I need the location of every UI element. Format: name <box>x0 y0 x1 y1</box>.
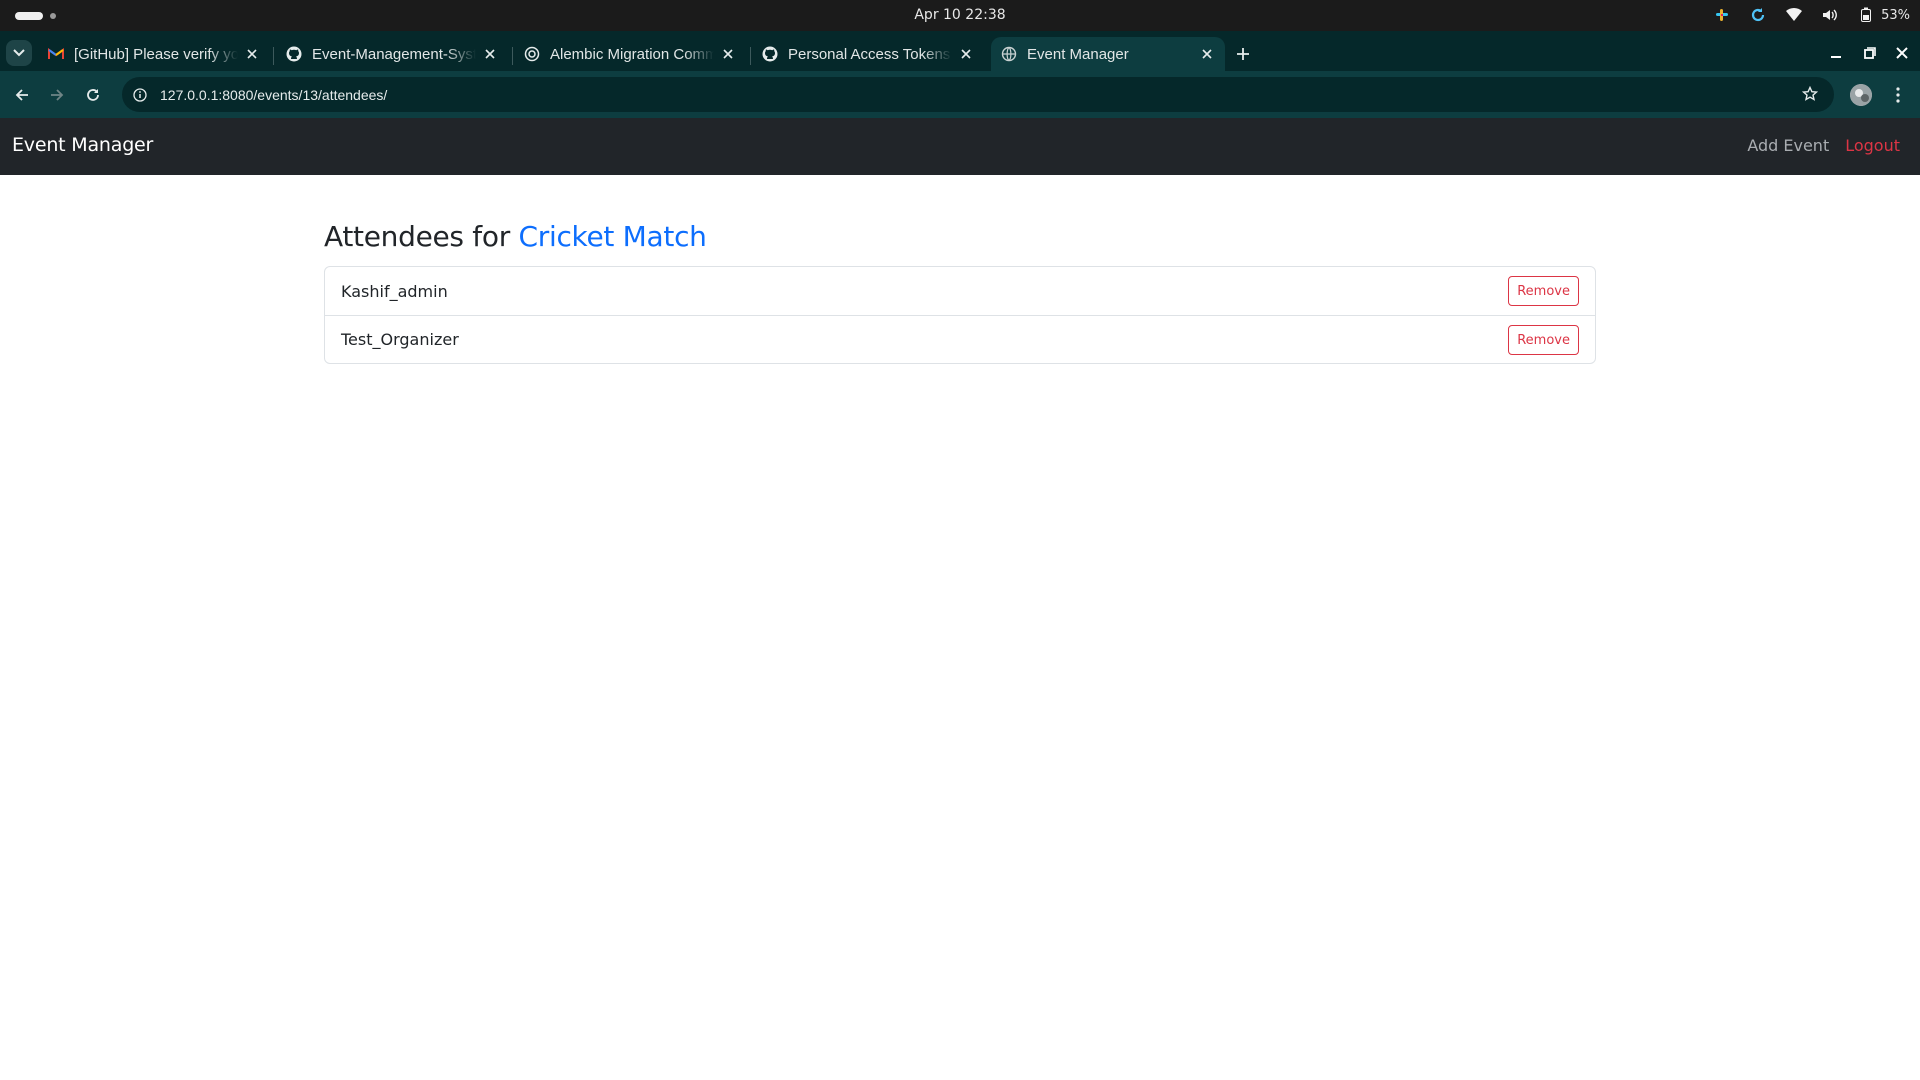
address-bar[interactable]: 127.0.0.1:8080/events/13/attendees/ <box>122 77 1834 112</box>
reload-button[interactable] <box>81 83 105 107</box>
wifi-icon[interactable] <box>1785 6 1803 24</box>
minimize-icon <box>1831 56 1841 58</box>
tab-alembic[interactable]: Alembic Migration Commands <box>514 37 746 71</box>
tab-separator <box>273 47 274 65</box>
logout-link[interactable]: Logout <box>1845 136 1900 155</box>
arrow-left-icon <box>15 89 28 101</box>
page-title: Attendees for Cricket Match <box>324 220 1596 253</box>
tab-separator <box>750 47 751 65</box>
system-clock[interactable]: Apr 10 22:38 <box>0 7 1920 23</box>
navbar-links: Add Event Logout <box>1747 136 1900 155</box>
attendee-list: Kashif_admin Remove Test_Organizer Remov… <box>324 266 1596 364</box>
attendee-name: Test_Organizer <box>341 330 459 349</box>
close-icon[interactable] <box>958 46 974 62</box>
plus-icon <box>1237 48 1249 60</box>
tab-search-button[interactable] <box>6 40 32 66</box>
tab-title: Alembic Migration Commands <box>550 45 714 63</box>
event-name-link[interactable]: Cricket Match <box>519 220 707 253</box>
slack-icon[interactable] <box>1713 6 1731 24</box>
close-icon[interactable] <box>1199 46 1215 62</box>
restore-button[interactable] <box>1860 43 1880 63</box>
tab-title: Event-Management-System <box>312 45 476 63</box>
list-item: Kashif_admin Remove <box>325 267 1595 315</box>
close-icon[interactable] <box>482 46 498 62</box>
tab-title: Event Manager <box>1027 45 1129 63</box>
close-window-button[interactable] <box>1892 43 1912 63</box>
tab-github-repo[interactable]: Event-Management-System <box>276 37 508 71</box>
tab-github-tokens[interactable]: Personal Access Tokens (Classic) <box>752 37 984 71</box>
profile-avatar[interactable] <box>1850 84 1872 106</box>
minimize-button[interactable] <box>1826 43 1846 63</box>
arrow-right-icon <box>51 89 64 101</box>
close-icon <box>1896 47 1908 59</box>
battery-icon[interactable] <box>1857 6 1875 24</box>
add-event-link[interactable]: Add Event <box>1747 136 1829 155</box>
more-vertical-icon <box>1896 87 1900 103</box>
bookmark-star-icon[interactable] <box>1800 84 1820 104</box>
reload-icon <box>87 89 99 101</box>
battery-percent: 53% <box>1881 7 1910 23</box>
system-tray[interactable]: 53% <box>1713 5 1910 25</box>
main-content: Attendees for Cricket Match Kashif_admin… <box>324 220 1596 364</box>
tab-gmail[interactable]: [GitHub] Please verify your device <box>38 37 270 71</box>
list-item: Test_Organizer Remove <box>325 315 1595 363</box>
gmail-icon <box>48 46 64 62</box>
refresh-icon[interactable] <box>1749 6 1767 24</box>
forward-button[interactable] <box>45 83 69 107</box>
remove-attendee-button[interactable]: Remove <box>1508 325 1579 355</box>
globe-icon <box>1001 46 1017 62</box>
tab-title: [GitHub] Please verify your device <box>74 45 238 63</box>
remove-attendee-button[interactable]: Remove <box>1508 276 1579 306</box>
browser-menu-button[interactable] <box>1888 83 1908 107</box>
github-icon <box>762 46 778 62</box>
tab-title: Personal Access Tokens (Classic) <box>788 45 952 63</box>
back-button[interactable] <box>10 83 34 107</box>
volume-icon[interactable] <box>1821 6 1839 24</box>
new-tab-button[interactable] <box>1232 43 1254 65</box>
navbar-brand[interactable]: Event Manager <box>12 134 153 156</box>
app-navbar: Event Manager Add Event Logout <box>0 118 1920 175</box>
url-text[interactable]: 127.0.0.1:8080/events/13/attendees/ <box>160 87 387 103</box>
close-icon[interactable] <box>720 46 736 62</box>
close-icon[interactable] <box>244 46 260 62</box>
page-title-prefix: Attendees for <box>324 220 519 253</box>
globe-icon <box>524 46 540 62</box>
site-info-icon[interactable] <box>130 85 150 105</box>
browser-tab-strip: [GitHub] Please verify your device Event… <box>0 31 1920 71</box>
os-top-bar: Apr 10 22:38 53% <box>0 0 1920 31</box>
chevron-down-icon <box>13 49 25 57</box>
tab-separator <box>512 47 513 65</box>
attendee-name: Kashif_admin <box>341 281 448 301</box>
restore-icon <box>1864 47 1876 59</box>
tab-event-manager[interactable]: Event Manager <box>991 37 1225 71</box>
github-icon <box>286 46 302 62</box>
browser-toolbar: 127.0.0.1:8080/events/13/attendees/ <box>0 71 1920 118</box>
